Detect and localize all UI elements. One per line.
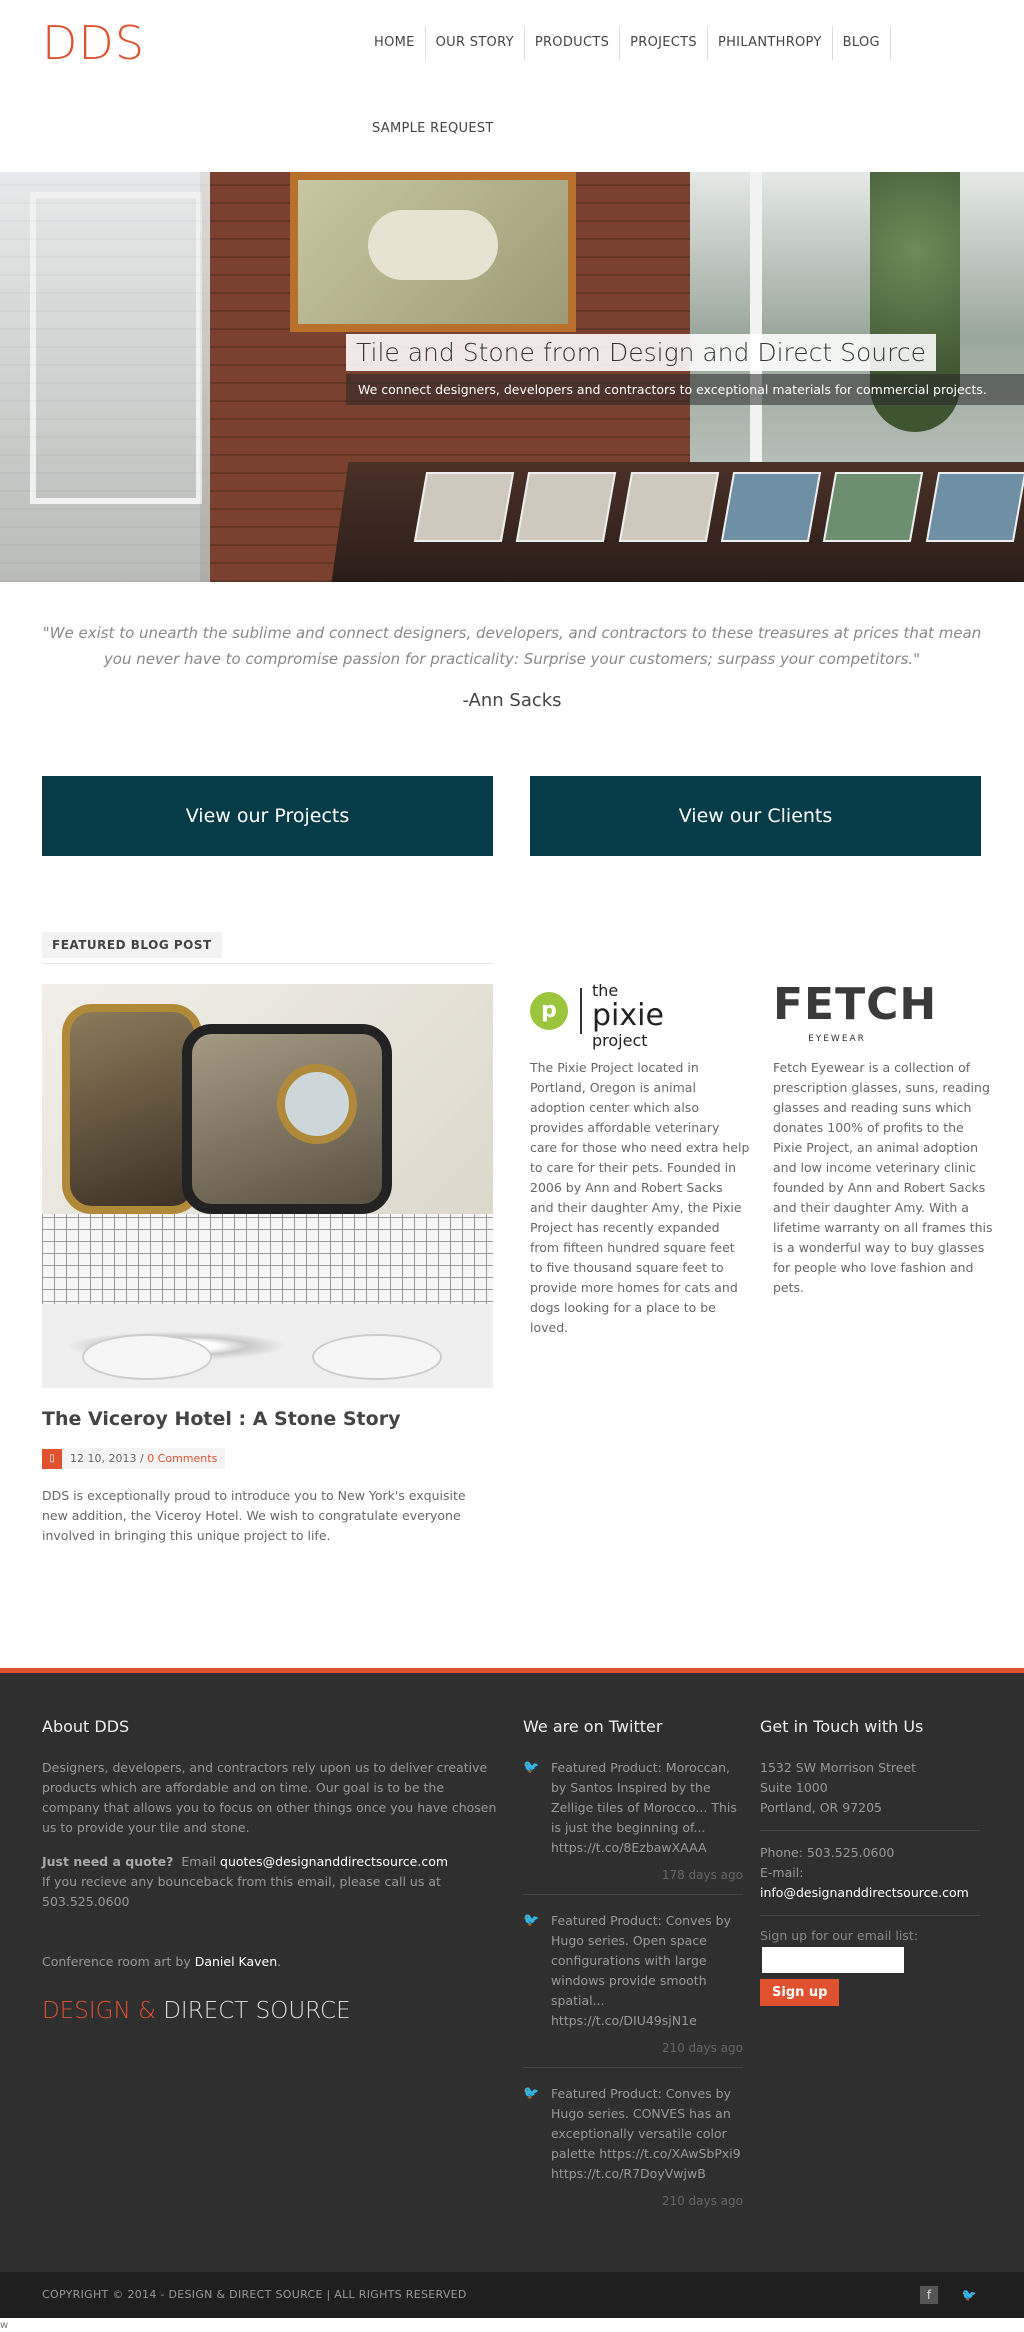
- featured-blog-title[interactable]: The Viceroy Hotel : A Stone Story: [42, 1408, 400, 1430]
- blog-meta: ▯ 12 10, 2013 / 0 Comments: [42, 1448, 226, 1469]
- site-footer: About DDS Designers, developers, and con…: [0, 1668, 1024, 2272]
- nav-philanthropy[interactable]: PHILANTHROPY: [708, 26, 833, 60]
- footer-twitter: We are on Twitter 🐦 Featured Product: Mo…: [523, 1717, 743, 2236]
- nav-our-story[interactable]: OUR STORY: [426, 26, 525, 60]
- view-projects-button[interactable]: View our Projects: [42, 776, 493, 856]
- tweet-time: 210 days ago: [661, 2041, 743, 2055]
- view-clients-button[interactable]: View our Clients: [530, 776, 981, 856]
- art-credit-link[interactable]: Daniel Kaven: [195, 1954, 277, 1969]
- twitter-bird-icon: 🐦: [523, 1913, 540, 1928]
- hero-subtitle: We connect designers, developers and con…: [346, 374, 1024, 405]
- footer-about: About DDS Designers, developers, and con…: [42, 1717, 502, 2024]
- footer-art-credit: Conference room art by Daniel Kaven.: [42, 1954, 282, 1969]
- site-header: DDS HOME OUR STORY PRODUCTS PROJECTS PHI…: [0, 0, 1024, 172]
- facebook-icon[interactable]: f: [920, 2286, 938, 2304]
- address-line-2: Suite 1000: [760, 1780, 828, 1795]
- address-line-1: 1532 SW Morrison Street: [760, 1760, 917, 1775]
- signup-label: Sign up for our email list:: [760, 1928, 918, 1943]
- footer-quote-line: Just need a quote? Email quotes@designan…: [42, 1854, 449, 1869]
- footer-about-text: Designers, developers, and contractors r…: [42, 1760, 497, 1835]
- footer-twitter-heading: We are on Twitter: [523, 1717, 663, 1736]
- pixie-project-column: p the pixie project The Pixie Project lo…: [530, 981, 750, 1338]
- signup-email-input[interactable]: [762, 1947, 904, 1973]
- main-nav: HOME OUR STORY PRODUCTS PROJECTS PHILANT…: [364, 26, 924, 136]
- hero-banner: Tile and Stone from Design and Direct So…: [0, 172, 1024, 582]
- tweet-item: 🐦 Featured Product: Conves by Hugo serie…: [523, 1911, 743, 2068]
- nav-blog[interactable]: BLOG: [833, 26, 891, 60]
- footer-contact-heading: Get in Touch with Us: [760, 1717, 924, 1736]
- tweet-item: 🐦 Featured Product: Moroccan, by Santos …: [523, 1758, 743, 1895]
- nav-home[interactable]: HOME: [364, 26, 426, 60]
- quotes-email-link[interactable]: quotes@designanddirectsource.com: [220, 1854, 448, 1869]
- pixie-project-logo[interactable]: p the pixie project: [530, 981, 750, 1050]
- twitter-bird-icon: 🐦: [523, 1760, 540, 1775]
- blog-comments-link[interactable]: 0 Comments: [147, 1452, 217, 1465]
- tweet-time: 178 days ago: [661, 1868, 743, 1882]
- calendar-icon: ▯: [42, 1448, 62, 1469]
- nav-sample-request[interactable]: SAMPLE REQUEST: [364, 121, 504, 136]
- tweet-time: 210 days ago: [661, 2194, 743, 2208]
- blog-date: 12 10, 2013 /: [70, 1452, 144, 1465]
- pixie-logo-mark: p: [530, 992, 568, 1030]
- quote-author: -Ann Sacks: [462, 690, 562, 711]
- contact-phone: Phone: 503.525.0600: [760, 1845, 895, 1860]
- pixie-project-description: The Pixie Project located in Portland, O…: [530, 1060, 750, 1335]
- footer-contact: Get in Touch with Us 1532 SW Morrison St…: [760, 1717, 980, 2006]
- featured-blog-label: FEATURED BLOG POST: [42, 932, 222, 958]
- tweet-text[interactable]: Featured Product: Conves by Hugo series.…: [551, 2084, 743, 2184]
- footer-about-heading: About DDS: [42, 1717, 130, 1736]
- nav-projects[interactable]: PROJECTS: [620, 26, 708, 60]
- signup-button[interactable]: Sign up: [760, 1979, 840, 2006]
- footer-brand: DESIGN & DIRECT SOURCE: [42, 1998, 351, 2024]
- blog-excerpt: DDS is exceptionally proud to introduce …: [42, 1488, 466, 1543]
- pixie-logo-text: the pixie project: [592, 981, 664, 1050]
- copyright-bar: COPYRIGHT © 2014 - DESIGN & DIRECT SOURC…: [0, 2272, 1024, 2318]
- footer-bounce-text: If you recieve any bounceback from this …: [42, 1874, 441, 1909]
- twitter-bird-icon: 🐦: [523, 2086, 540, 2101]
- section-divider: [42, 963, 493, 964]
- nav-products[interactable]: PRODUCTS: [525, 26, 621, 60]
- tweet-item: 🐦 Featured Product: Conves by Hugo serie…: [523, 2084, 743, 2220]
- hero-window-left: [0, 172, 210, 582]
- tweet-text[interactable]: Featured Product: Moroccan, by Santos In…: [551, 1758, 743, 1858]
- fetch-eyewear-column: FETCH EYEWEAR Fetch Eyewear is a collect…: [773, 982, 993, 1298]
- tweet-text[interactable]: Featured Product: Conves by Hugo series.…: [551, 1911, 743, 2031]
- fetch-eyewear-description: Fetch Eyewear is a collection of prescri…: [773, 1060, 993, 1295]
- mission-quote: "We exist to unearth the sublime and con…: [42, 624, 982, 668]
- twitter-icon[interactable]: 🐦: [960, 2286, 978, 2304]
- hero-painting: [290, 172, 576, 332]
- copyright-text: COPYRIGHT © 2014 - DESIGN & DIRECT SOURC…: [42, 2288, 467, 2301]
- contact-email-link[interactable]: info@designanddirectsource.com: [760, 1883, 980, 1903]
- hero-title: Tile and Stone from Design and Direct So…: [346, 334, 937, 371]
- stray-text: w: [0, 2320, 9, 2331]
- contact-email-label: E-mail:: [760, 1865, 804, 1880]
- address-line-3: Portland, OR 97205: [760, 1800, 882, 1815]
- featured-blog-image[interactable]: [42, 984, 493, 1388]
- fetch-eyewear-logo[interactable]: FETCH EYEWEAR: [773, 982, 993, 1048]
- blog-meta-text: 12 10, 2013 / 0 Comments: [62, 1448, 226, 1469]
- site-logo[interactable]: DDS: [42, 16, 145, 70]
- hero-tile-samples: [413, 472, 1024, 552]
